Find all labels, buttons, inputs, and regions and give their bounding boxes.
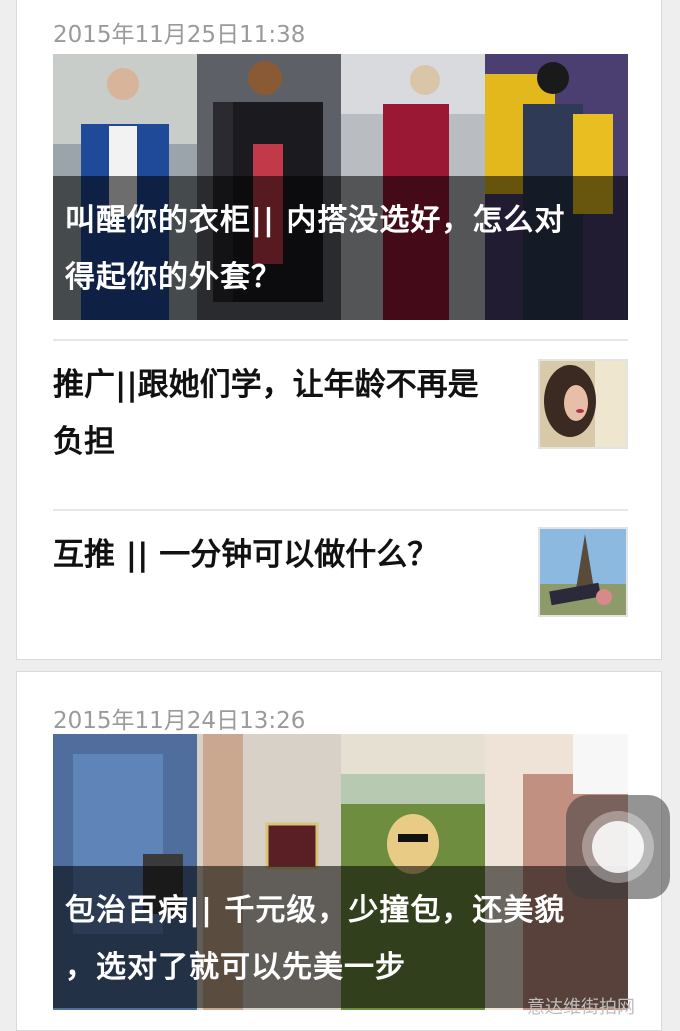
- watermark: 意达维街拍网: [527, 997, 635, 1018]
- publish-date: 2015年11月25日11:38: [53, 22, 306, 48]
- cover-article[interactable]: 包治百病|| 千元级，少撞包，还美貌 ，选对了就可以先美一步: [53, 734, 628, 1010]
- cover-title: 包治百病|| 千元级，少撞包，还美貌 ，选对了就可以先美一步: [53, 866, 628, 1008]
- divider: [53, 509, 628, 511]
- cover-title: 叫醒你的衣柜|| 内搭没选好，怎么对 得起你的外套？: [53, 176, 628, 320]
- cover-title-line: ，选对了就可以先美一步: [65, 950, 406, 985]
- list-item[interactable]: 推广||跟她们学，让年龄不再是 负担: [53, 357, 628, 477]
- article-title: 推广||跟她们学，让年龄不再是 负担: [53, 357, 513, 471]
- assistive-touch-icon-center: [592, 821, 644, 873]
- cover-title-line: 得起你的外套？: [65, 260, 282, 295]
- cover-title-line: 包治百病|| 千元级，少撞包，还美貌: [65, 893, 566, 928]
- article-thumbnail: [538, 527, 628, 617]
- title-line: 互推 || 一分钟可以做什么？: [53, 537, 439, 573]
- cover-article[interactable]: 叫醒你的衣柜|| 内搭没选好，怎么对 得起你的外套？: [53, 54, 628, 320]
- publish-date: 2015年11月24日13:26: [53, 708, 306, 734]
- title-line: 负担: [53, 424, 115, 460]
- list-item[interactable]: 互推 || 一分钟可以做什么？: [53, 527, 628, 627]
- cover-title-line: 叫醒你的衣柜|| 内搭没选好，怎么对: [65, 203, 566, 238]
- article-title: 互推 || 一分钟可以做什么？: [53, 527, 513, 584]
- assistive-touch-button[interactable]: [566, 795, 670, 899]
- divider: [53, 339, 628, 341]
- article-thumbnail: [538, 359, 628, 449]
- article-group-card: 2015年11月25日11:38 叫醒你的衣柜|| 内搭没选好，怎么对 得起你的…: [16, 0, 662, 660]
- title-line: 推广||跟她们学，让年龄不再是: [53, 367, 479, 403]
